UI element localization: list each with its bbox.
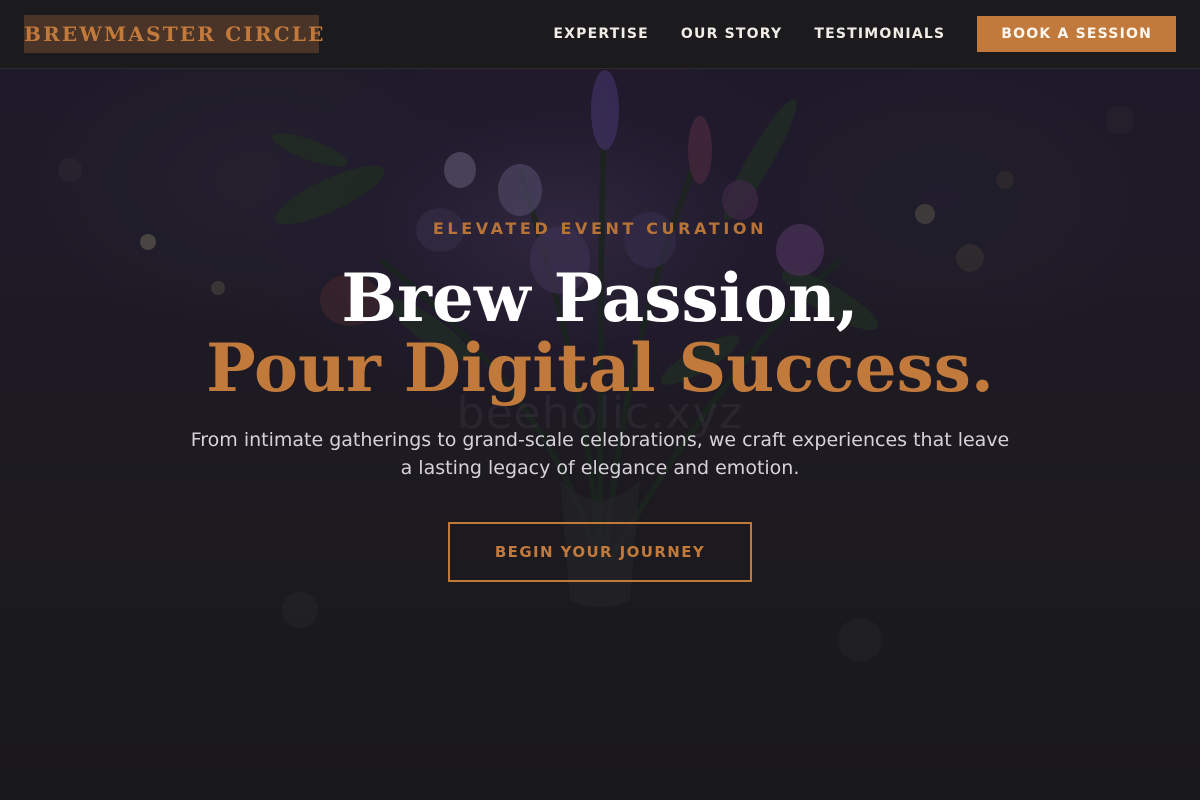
nav-link-testimonials[interactable]: TESTIMONIALS [814,26,945,42]
hero-headline-line-2: Pour Digital Success. [206,329,994,407]
brand-logo[interactable]: BREWMASTER CIRCLE [24,15,323,53]
hero-subtext: From intimate gatherings to grand-scale … [190,429,1010,479]
hero-headline-line-1: Brew Passion, [341,259,859,337]
book-session-button[interactable]: BOOK A SESSION [977,16,1176,52]
hero-eyebrow: ELEVATED EVENT CURATION [432,219,768,238]
nav-links: EXPERTISE OUR STORY TESTIMONIALS BOOK A … [553,0,1176,68]
nav-link-expertise[interactable]: EXPERTISE [553,26,649,42]
begin-journey-button[interactable]: BEGIN YOUR JOURNEY [448,522,752,582]
landing-page: BREWMASTER CIRCLE EXPERTISE OUR STORY TE… [0,0,1200,800]
top-navbar: BREWMASTER CIRCLE EXPERTISE OUR STORY TE… [0,0,1200,69]
nav-link-our-story[interactable]: OUR STORY [681,26,782,42]
